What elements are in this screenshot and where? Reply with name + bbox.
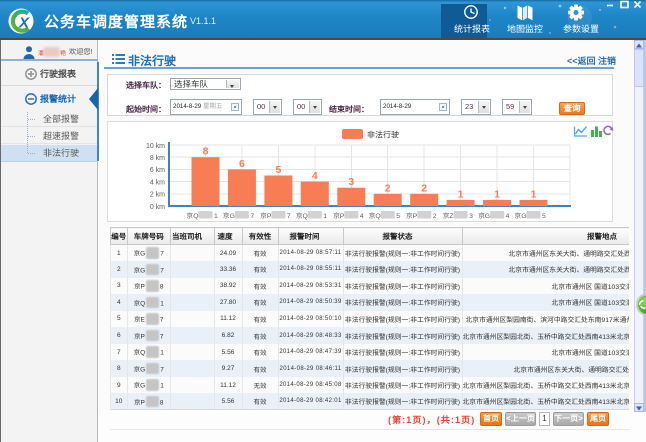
svg-text:3: 3	[348, 176, 354, 188]
svg-text:京P: 京P	[406, 212, 418, 220]
svg-text:京G: 京G	[223, 212, 235, 220]
svg-text:4 km: 4 km	[150, 179, 165, 186]
svg-text:京P: 京P	[333, 212, 345, 220]
svg-text:京Z: 京Z	[443, 212, 454, 220]
svg-text:1: 1	[323, 213, 327, 220]
svg-text:6 km: 6 km	[150, 167, 165, 174]
svg-text:4: 4	[312, 170, 318, 182]
svg-text:4: 4	[360, 213, 364, 220]
svg-text:5: 5	[275, 164, 281, 176]
svg-text:2 km: 2 km	[150, 192, 165, 199]
svg-text:1: 1	[531, 188, 537, 200]
svg-text:10 km: 10 km	[146, 143, 165, 150]
svg-text:京Q: 京Q	[296, 212, 308, 220]
svg-text:3: 3	[469, 213, 473, 220]
svg-text:京Q: 京Q	[186, 212, 198, 220]
svg-text:8 km: 8 km	[150, 155, 165, 162]
svg-text:8: 8	[203, 146, 209, 158]
svg-text:7: 7	[250, 213, 254, 220]
svg-text:X: X	[18, 15, 30, 32]
svg-text:2: 2	[421, 182, 427, 194]
svg-text:7: 7	[287, 213, 291, 220]
svg-text:京G: 京G	[478, 212, 490, 220]
svg-text:5: 5	[542, 213, 546, 220]
svg-text:京Q: 京Q	[369, 212, 381, 220]
svg-text:1: 1	[494, 188, 500, 200]
svg-text:1: 1	[458, 188, 464, 200]
svg-text:京G: 京G	[514, 212, 526, 220]
svg-text:6: 6	[239, 158, 245, 170]
svg-text:0 km: 0 km	[150, 204, 165, 211]
svg-text:非法行驶: 非法行驶	[367, 131, 399, 140]
svg-text:2: 2	[385, 182, 391, 194]
svg-text:2: 2	[433, 213, 437, 220]
svg-text:4: 4	[506, 213, 510, 220]
svg-text:5: 5	[396, 213, 400, 220]
svg-text:1: 1	[214, 213, 218, 220]
svg-text:京P: 京P	[260, 212, 272, 220]
